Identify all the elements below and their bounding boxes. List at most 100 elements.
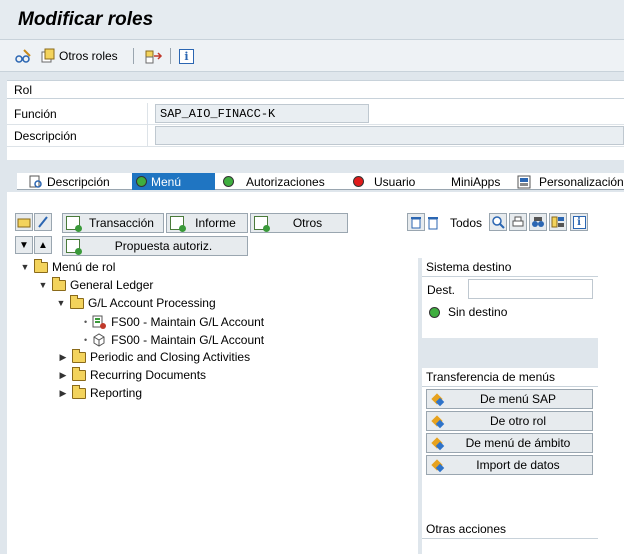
tab-label: Descripción xyxy=(47,174,110,189)
propuesta-autoriz-button[interactable]: Propuesta autoriz. xyxy=(62,236,248,256)
print-button[interactable] xyxy=(509,213,527,231)
open-folder-button[interactable] xyxy=(15,213,33,231)
descripcion-row: Descripción xyxy=(7,125,624,147)
title-bar: Modificar roles xyxy=(0,0,624,40)
grid-layout-icon xyxy=(551,216,564,228)
move-down-button[interactable]: ▼ xyxy=(15,236,33,254)
import-datos-button[interactable]: Import de datos xyxy=(426,455,593,475)
tab-menu[interactable]: Menú xyxy=(132,173,215,190)
chevron-down-icon[interactable]: ▼ xyxy=(56,298,66,308)
status-green-icon xyxy=(429,306,440,318)
tab-label: Menú xyxy=(151,174,182,189)
tree-node-label: General Ledger xyxy=(70,278,154,292)
tree-node-label: Menú de rol xyxy=(52,260,116,274)
printer-icon xyxy=(512,216,524,227)
otras-acciones-title: Otras acciones xyxy=(422,520,598,539)
de-menu-sap-button[interactable]: De menú SAP xyxy=(426,389,593,409)
chevron-down-icon[interactable]: ▼ xyxy=(38,280,48,290)
otros-roles-button[interactable]: Otros roles xyxy=(40,46,118,66)
triangle-down-icon: ▼ xyxy=(19,239,29,251)
page-title: Modificar roles xyxy=(18,9,154,30)
transaccion-label: Transacción xyxy=(89,216,154,230)
tree-node-gl-processing[interactable]: ▼ G/L Account Processing xyxy=(56,294,216,310)
info-button-2[interactable]: i xyxy=(570,213,588,231)
descripcion-field[interactable] xyxy=(155,126,624,145)
funcion-label: Función xyxy=(14,107,57,121)
button-label: De menú de ámbito xyxy=(465,436,571,450)
where-used-button[interactable] xyxy=(145,46,163,66)
tab-personalizacion[interactable]: Personalización xyxy=(513,173,624,190)
add-proposal-icon xyxy=(66,239,82,255)
chevron-right-icon[interactable]: ▶ xyxy=(58,370,68,381)
tree-node-periodic[interactable]: ▶ Periodic and Closing Activities xyxy=(58,348,250,364)
folder-icon xyxy=(72,366,86,381)
informe-label: Informe xyxy=(195,216,236,230)
bullet: • xyxy=(84,335,88,345)
tree-node-label: G/L Account Processing xyxy=(88,296,216,310)
button-label: De menú SAP xyxy=(479,392,557,406)
search-button[interactable] xyxy=(489,213,507,231)
folder-icon xyxy=(17,218,31,228)
tab-label: Personalización xyxy=(539,174,624,189)
status-red-icon xyxy=(353,176,364,187)
transfer-icon xyxy=(431,393,444,406)
personalization-icon xyxy=(517,175,531,188)
hierarchy-arrow-icon xyxy=(145,50,163,64)
info-icon: i xyxy=(572,215,586,229)
status-green-icon xyxy=(136,176,147,187)
tab-label: MiniApps xyxy=(451,174,501,189)
info-button[interactable]: i xyxy=(179,46,194,66)
chevron-down-icon[interactable]: ▼ xyxy=(20,262,30,272)
folder-icon xyxy=(72,384,86,399)
propuesta-label: Propuesta autoriz. xyxy=(114,239,213,253)
find-button[interactable] xyxy=(529,213,547,231)
delete-all-button[interactable]: Todos xyxy=(426,213,488,233)
other-object-icon xyxy=(41,48,55,63)
todos-label: Todos xyxy=(450,216,483,230)
funcion-row: Función SAP_AIO_FINACC-K xyxy=(7,103,624,125)
binoculars-icon xyxy=(532,217,544,227)
tab-miniapps[interactable]: MiniApps xyxy=(445,173,513,190)
layout-button[interactable] xyxy=(549,213,567,231)
tree-node-general-ledger[interactable]: ▼ General Ledger xyxy=(38,276,154,292)
tree-node-recurring[interactable]: ▶ Recurring Documents xyxy=(58,366,206,382)
otros-button[interactable]: Otros xyxy=(250,213,348,233)
transaccion-button[interactable]: Transacción xyxy=(62,213,164,233)
otros-roles-label: Otros roles xyxy=(59,49,118,63)
dest-input[interactable] xyxy=(468,279,593,299)
edit-node-button[interactable] xyxy=(34,213,52,231)
tree-node-reporting[interactable]: ▶ Reporting xyxy=(58,384,143,400)
document-search-icon xyxy=(29,175,42,188)
chevron-right-icon[interactable]: ▶ xyxy=(58,352,68,363)
move-up-button[interactable]: ▲ xyxy=(34,236,52,254)
tree-node-fs00-a[interactable]: • FS00 - Maintain G/L Account xyxy=(84,314,264,330)
informe-button[interactable]: Informe xyxy=(166,213,248,233)
tree-node-label: Reporting xyxy=(90,386,143,400)
divider xyxy=(147,103,148,125)
tree-node-label: FS00 - Maintain G/L Account xyxy=(111,333,265,347)
bullet: • xyxy=(84,317,88,327)
tree-node-root[interactable]: ▼ Menú de rol xyxy=(20,258,116,274)
trash-icon xyxy=(428,217,438,230)
transfer-icon xyxy=(431,415,444,428)
funcion-field[interactable]: SAP_AIO_FINACC-K xyxy=(155,104,369,123)
tab-descripcion[interactable]: Descripción xyxy=(25,173,132,190)
magnifier-icon xyxy=(492,216,505,229)
tab-usuario[interactable]: Usuario xyxy=(349,173,445,190)
button-label: Import de datos xyxy=(476,458,560,472)
tree-node-label: FS00 - Maintain G/L Account xyxy=(111,315,265,329)
de-menu-ambito-button[interactable]: De menú de ámbito xyxy=(426,433,593,453)
dest-label: Dest. xyxy=(427,283,456,297)
cube-icon xyxy=(93,333,105,347)
pencil-glasses-icon xyxy=(15,49,31,63)
panel-spacer xyxy=(422,480,598,520)
add-report-icon xyxy=(170,216,186,232)
tree-node-fs00-b[interactable]: • FS00 - Maintain G/L Account xyxy=(84,332,264,348)
divider xyxy=(147,125,148,147)
delete-button[interactable] xyxy=(407,213,425,231)
tab-autorizaciones[interactable]: Autorizaciones xyxy=(219,173,347,190)
tab-label: Autorizaciones xyxy=(246,174,325,189)
display-change-button[interactable] xyxy=(14,46,32,66)
chevron-right-icon[interactable]: ▶ xyxy=(58,388,68,399)
de-otro-rol-button[interactable]: De otro rol xyxy=(426,411,593,431)
